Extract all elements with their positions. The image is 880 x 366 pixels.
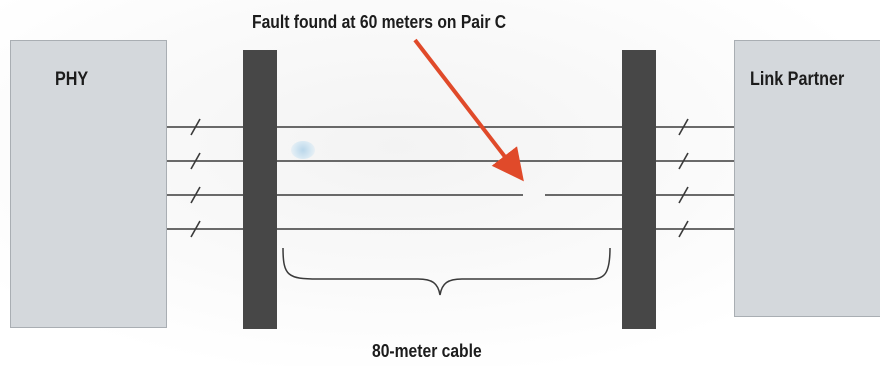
left-pair-slash-group: [190, 118, 201, 238]
cable-length-label: 80-meter cable: [372, 341, 482, 361]
link-partner-label: Link Partner: [750, 69, 845, 90]
wiring-layer: [167, 38, 734, 296]
right-wire-group: [656, 126, 734, 230]
cable-length-brace: [282, 247, 611, 296]
right-connector-bar: [622, 50, 656, 329]
fault-annotation: Fault found at 60 meters on Pair C: [252, 12, 507, 32]
right-pair-slash-group: [678, 118, 689, 238]
phy-label: PHY: [55, 69, 89, 90]
cable-diagnostics-diagram: PHY Link Partner Fault found at 60 meter…: [0, 0, 880, 366]
cable-wire-group: [277, 126, 622, 230]
fault-arrow: [413, 38, 524, 182]
left-connector-bar: [243, 50, 277, 329]
left-wire-group: [167, 126, 243, 230]
